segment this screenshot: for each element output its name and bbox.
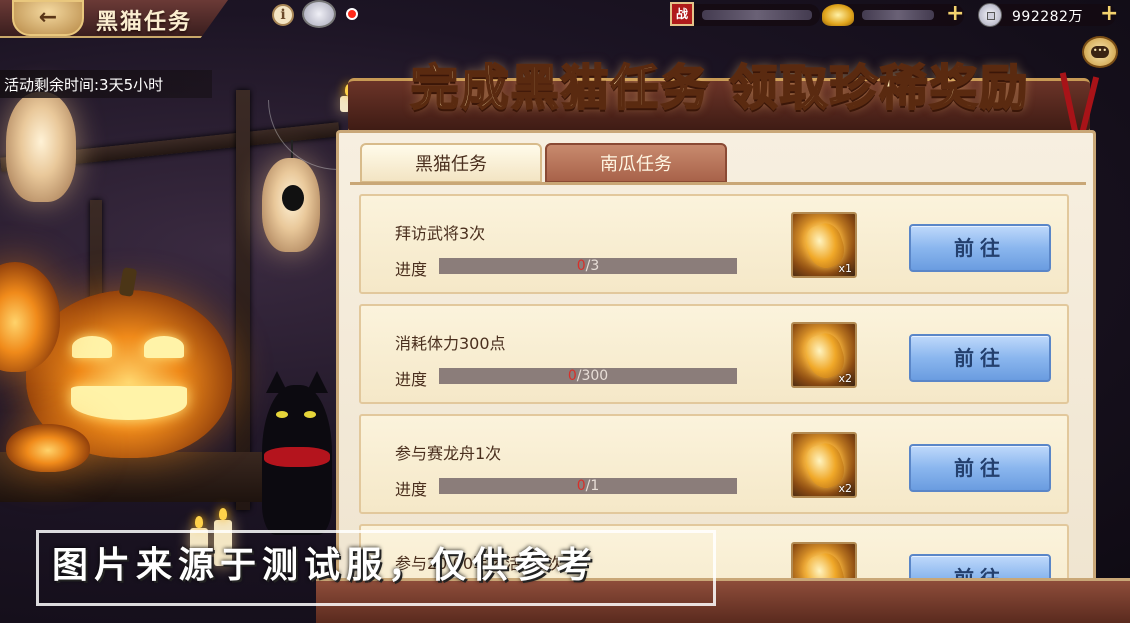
battle-power-value: [702, 10, 812, 20]
task-card: 拜访武将3次 进度 0/3 x1 前往: [359, 194, 1069, 294]
info-icon[interactable]: i: [272, 4, 294, 26]
task-name: 消耗体力300点: [395, 334, 506, 353]
progress-label: 进度: [395, 260, 428, 279]
reward-count: x2: [838, 482, 852, 495]
add-silver-button[interactable]: +: [1100, 2, 1118, 26]
add-gold-button[interactable]: +: [946, 2, 964, 26]
progress-label: 进度: [395, 480, 428, 499]
silver-value: 992282万: [1012, 9, 1083, 25]
black-cat: [262, 371, 332, 535]
reward-item-icon[interactable]: x1: [791, 212, 857, 278]
progress-text: 0/300: [567, 368, 609, 384]
progress-text: 0/1: [576, 478, 600, 494]
wooden-post: [236, 90, 250, 510]
go-button[interactable]: 前往: [909, 444, 1051, 492]
event-banner: 完成黑猫任务 领取珍稀奖励: [340, 48, 1098, 134]
gold-ingot-icon: [822, 4, 854, 26]
progress-label: 进度: [395, 370, 428, 389]
silver-coin-icon: [978, 3, 1002, 27]
back-button[interactable]: ←: [12, 0, 84, 36]
banner-title: 完成黑猫任务 领取珍稀奖励: [410, 59, 1030, 117]
clock-icon[interactable]: [302, 0, 336, 28]
progress-bar: 0/300: [439, 368, 737, 384]
watermark-text: 图片来源于测试服，仅供参考: [52, 545, 599, 586]
reward-item-icon[interactable]: x2: [791, 322, 857, 388]
notification-dot: [346, 8, 358, 20]
reward-count: x1: [838, 262, 852, 275]
reward-item-icon[interactable]: x2: [791, 432, 857, 498]
progress-bar: 0/3: [439, 258, 737, 274]
tab-black-cat-tasks[interactable]: 黑猫任务: [360, 143, 542, 183]
gold-value: [862, 10, 934, 20]
tab-pumpkin-tasks[interactable]: 南瓜任务: [545, 143, 727, 183]
go-button[interactable]: 前往: [909, 224, 1051, 272]
paper-lantern: [6, 74, 76, 202]
jack-o-lantern-small: [6, 424, 90, 472]
task-card: 参与赛龙舟1次 进度 0/1 x2 前往: [359, 414, 1069, 514]
task-card: 消耗体力300点 进度 0/300 x2 前往: [359, 304, 1069, 404]
task-name: 拜访武将3次: [395, 224, 486, 243]
tab-divider: [350, 182, 1086, 185]
progress-bar: 0/1: [439, 478, 737, 494]
task-name: 参与赛龙舟1次: [395, 444, 502, 463]
page-title: 黑猫任务: [96, 9, 193, 35]
go-button[interactable]: 前往: [909, 334, 1051, 382]
battle-power-icon: 战: [670, 2, 694, 26]
reward-count: x2: [838, 372, 852, 385]
progress-text: 0/3: [576, 258, 600, 274]
back-arrow-icon: ←: [38, 5, 58, 30]
event-remaining-time: 活动剩余时间:3天5小时: [4, 76, 164, 94]
spider-icon: [282, 185, 304, 211]
